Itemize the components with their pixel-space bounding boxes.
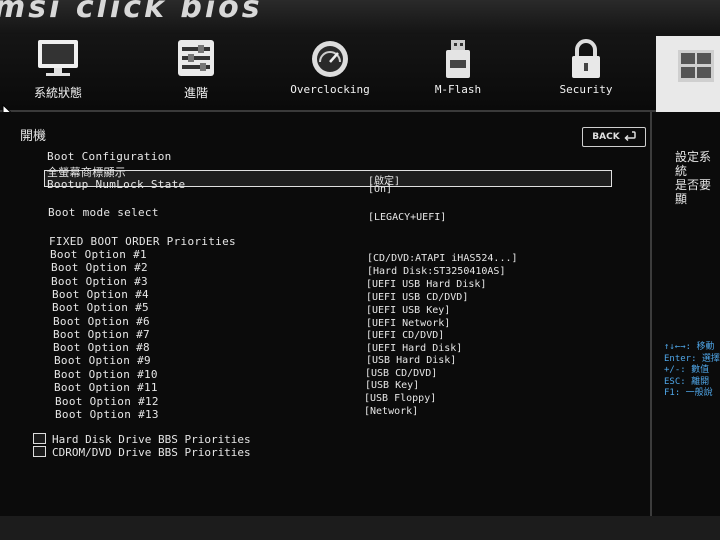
nav-label: 系統狀態 <box>33 86 82 100</box>
key-hint: Enter: 選擇 <box>664 353 720 364</box>
brand-header: msi click bios <box>0 0 720 34</box>
boot-option-value[interactable]: [CD/DVD:ATAPI iHAS524...] <box>367 253 518 264</box>
boot-option-value[interactable]: [USB Key] <box>365 380 419 391</box>
nav-label: 進階 <box>183 86 208 100</box>
boot-option-value[interactable]: [USB Hard Disk] <box>366 355 456 366</box>
nav-label: Overclocking <box>290 83 370 96</box>
boot-option-value[interactable]: [Network] <box>364 406 418 417</box>
help-line: 是否要顯 <box>675 178 712 206</box>
key-hint: F1: 一般說 <box>664 388 713 398</box>
boot-option-label[interactable]: Boot Option #6 <box>53 315 150 328</box>
submenu-label: Hard Disk Drive BBS Priorities <box>52 433 251 446</box>
help-text: 設定系統 是否要顯 <box>675 150 720 206</box>
boot-mode-value[interactable]: [LEGACY+UEFI] <box>368 212 446 223</box>
cdrom-bbs-priorities-link[interactable]: CDROM/DVD Drive BBS Priorities <box>33 446 251 459</box>
back-label: BACK <box>592 132 620 142</box>
nav-label: M-Flash <box>434 83 482 96</box>
boot-option-label[interactable]: Boot Option #1 <box>50 248 147 261</box>
boot-option-value[interactable]: [UEFI Network] <box>366 318 450 329</box>
key-hint: ESC: 離開 <box>664 376 710 387</box>
boot-option-label[interactable]: Boot Option #11 <box>54 381 158 394</box>
help-line: 設定系統 <box>675 150 712 178</box>
boot-option-label[interactable]: Boot Option #8 <box>53 341 150 354</box>
boot-mode-label[interactable]: Boot mode select <box>48 206 159 219</box>
submenu-arrow-icon <box>33 433 46 444</box>
boot-option-label[interactable]: Boot Option #10 <box>54 368 158 381</box>
boot-option-label[interactable]: Boot Option #12 <box>55 395 159 408</box>
lock-icon <box>568 38 604 84</box>
back-button[interactable]: BACK <box>582 127 646 147</box>
boot-option-label[interactable]: Boot Option #9 <box>54 354 151 367</box>
boot-option-value[interactable]: [USB CD/DVD] <box>365 368 437 379</box>
key-legend: ↑↓←→: 移動 Enter: 選擇 +/-: 數值 ESC: 離開 F1: 一… <box>664 342 720 400</box>
monitor-icon <box>36 38 80 82</box>
gauge-icon <box>309 38 351 84</box>
fixed-boot-order-heading: FIXED BOOT ORDER Priorities <box>49 235 236 248</box>
key-hint: +/-: 數值 <box>664 365 710 375</box>
boot-option-label[interactable]: Boot Option #2 <box>51 261 148 274</box>
boot-option-value[interactable]: [UEFI CD/DVD] <box>366 330 444 341</box>
boot-grid-icon <box>678 50 714 86</box>
boot-option-label[interactable]: Boot Option #4 <box>52 288 149 301</box>
numlock-value[interactable]: [On] <box>368 184 392 195</box>
boot-option-value[interactable]: [UEFI Hard Disk] <box>366 343 462 354</box>
nav-item-m-flash[interactable]: M-Flash <box>416 34 500 110</box>
submenu-arrow-icon <box>33 446 46 457</box>
boot-option-value[interactable]: [USB Floppy] <box>364 393 436 404</box>
top-nav: 系統狀態 進階 Overclocking M-Flash Security <box>0 34 720 112</box>
boot-option-value[interactable]: [UEFI USB CD/DVD] <box>366 292 468 303</box>
page-title: 開機 <box>20 129 47 144</box>
nav-item-advanced[interactable]: 進階 <box>160 34 232 110</box>
boot-configuration-heading: Boot Configuration <box>47 150 172 163</box>
boot-option-label[interactable]: Boot Option #5 <box>52 301 149 314</box>
boot-option-label[interactable]: Boot Option #3 <box>51 275 148 288</box>
boot-option-label[interactable]: Boot Option #13 <box>55 408 159 421</box>
boot-option-label[interactable]: Boot Option #7 <box>53 328 150 341</box>
nav-item-boot-active[interactable] <box>656 36 720 114</box>
brand-logo: msi click bios <box>0 0 263 25</box>
bottom-bezel <box>0 516 720 540</box>
nav-item-security[interactable]: Security <box>546 34 626 110</box>
key-hint: ↑↓←→: 移動 <box>664 342 715 352</box>
boot-option-value[interactable]: [UEFI USB Key] <box>366 305 450 316</box>
submenu-label: CDROM/DVD Drive BBS Priorities <box>52 446 251 459</box>
boot-option-value[interactable]: [Hard Disk:ST3250410AS] <box>367 266 505 277</box>
hdd-bbs-priorities-link[interactable]: Hard Disk Drive BBS Priorities <box>33 433 251 446</box>
numlock-label[interactable]: Bootup NumLock State <box>47 178 185 191</box>
nav-label: Security <box>559 83 613 96</box>
return-arrow-icon <box>624 130 636 144</box>
nav-item-overclocking[interactable]: Overclocking <box>280 34 380 110</box>
usb-drive-icon <box>441 38 475 84</box>
boot-option-value[interactable]: [UEFI USB Hard Disk] <box>366 279 486 290</box>
settings-sliders-icon <box>176 38 216 82</box>
nav-item-system-status[interactable]: 系統狀態 <box>22 34 94 110</box>
